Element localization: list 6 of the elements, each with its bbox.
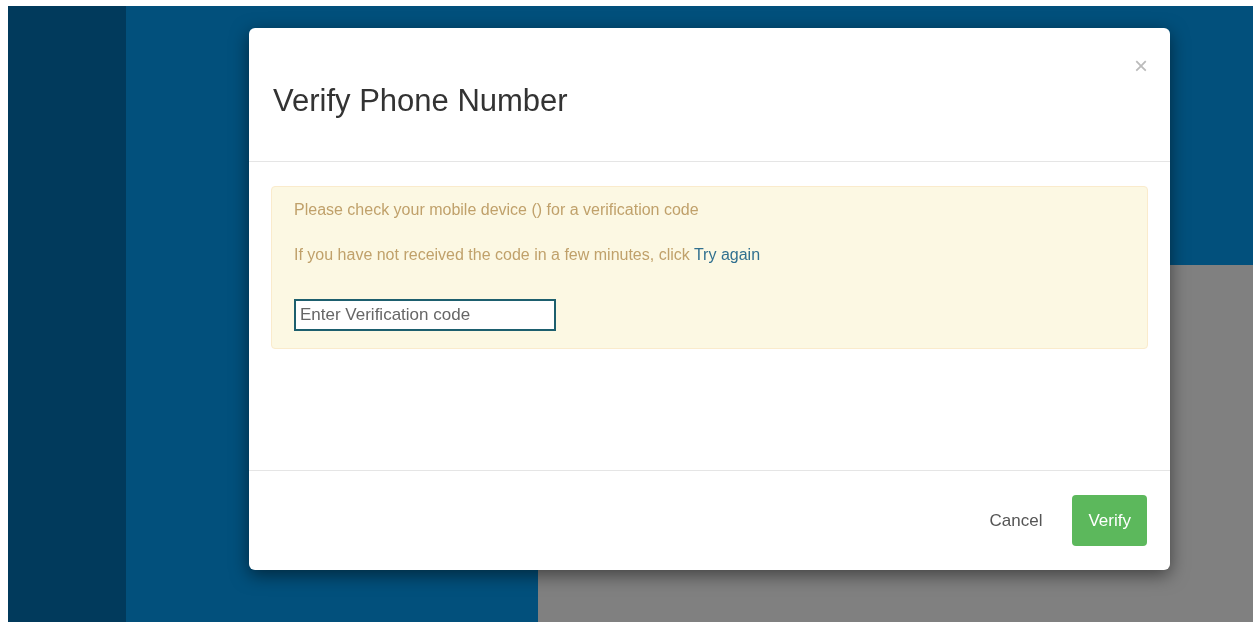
verification-code-field[interactable]: Enter Verification code	[294, 299, 556, 331]
retry-message: If you have not received the code in a few minutes, click Try again	[294, 246, 762, 264]
alert-message: Please check your mobile device () for a verification code	[294, 201, 700, 219]
dialog-title: Verify Phone Number	[273, 82, 568, 119]
try-again-link[interactable]: Try again	[693, 246, 761, 263]
cancel-button[interactable]: Cancel	[973, 495, 1059, 546]
